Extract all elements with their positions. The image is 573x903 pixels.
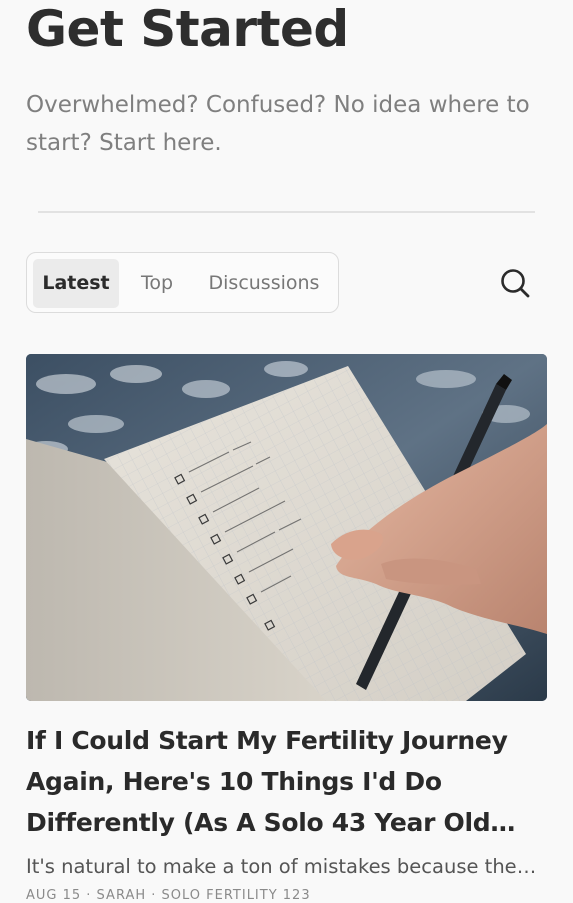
search-icon: [501, 269, 530, 298]
post-excerpt: It's natural to make a ton of mistakes b…: [26, 855, 540, 878]
hand-writing-checklist-image: [26, 354, 547, 701]
search-button[interactable]: [496, 265, 534, 303]
tab-latest[interactable]: Latest: [33, 259, 119, 308]
post-meta: AUG 15 · SARAH · SOLO FERTILITY 123: [26, 888, 311, 903]
tab-bar: Latest Top Discussions: [26, 252, 339, 313]
post-title[interactable]: If I Could Start My Fertility Journey Ag…: [26, 720, 546, 843]
page-title: Get Started: [26, 0, 349, 58]
page-subtitle: Overwhelmed? Confused? No idea where to …: [26, 92, 530, 156]
page: Get Started Overwhelmed? Confused? No id…: [0, 0, 573, 903]
tab-discussions[interactable]: Discussions: [199, 259, 329, 308]
tab-top[interactable]: Top: [131, 259, 183, 308]
divider: [38, 211, 535, 213]
post-image[interactable]: [26, 354, 547, 701]
